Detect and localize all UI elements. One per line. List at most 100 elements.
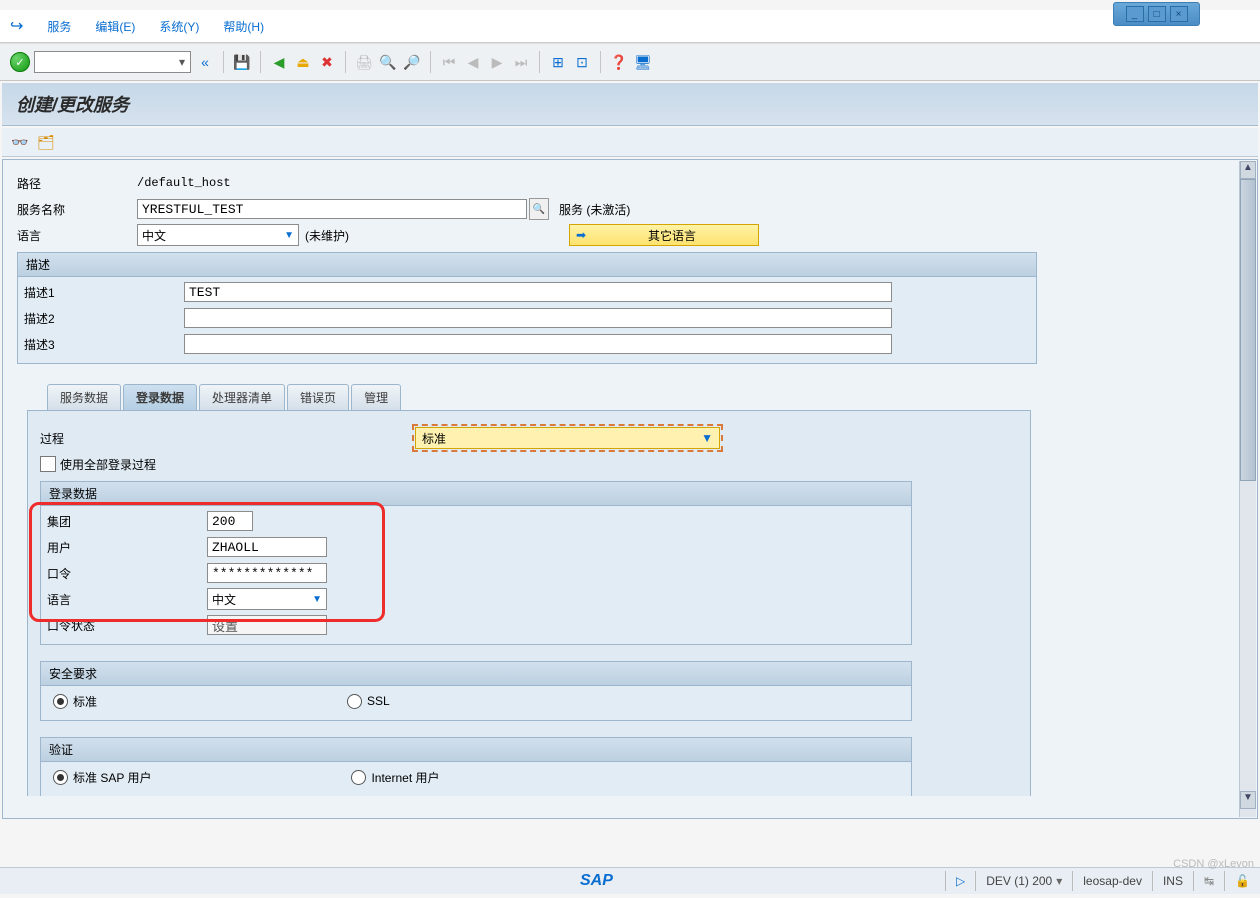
exit-icon[interactable]: ↪	[10, 16, 23, 36]
statusbar: SAP ▷ DEV (1) 200 ▾ leosap-dev INS ↹ 🔓	[0, 867, 1260, 894]
password-label: 口令	[47, 565, 207, 582]
last-icon: ⏭	[511, 52, 531, 72]
user-label: 用户	[47, 539, 207, 556]
content-area: ▲ ▼ 路径 /default_host 服务名称 🔍 服务 (未激活) 语言 …	[2, 159, 1258, 819]
toolbar: ✓ ▾ « 💾 ◀ ⏏ ✖ 🖨 🔍 🔎 ⏮ ◀ ▶ ⏭ ⊞ ⊡ ❓ 🖥	[0, 43, 1260, 81]
arrow-right-icon: ➡	[576, 228, 586, 242]
service-status-label: 服务 (未激活)	[559, 201, 630, 218]
login-data-group-title: 登录数据	[41, 482, 911, 506]
security-group-title: 安全要求	[41, 662, 911, 686]
tab-strip: 服务数据 登录数据 处理器清单 错误页 管理	[47, 384, 1243, 410]
chevron-down-icon: ▼	[284, 230, 294, 241]
auth-internet-radio[interactable]	[351, 770, 366, 785]
menu-system[interactable]: 系统(Y)	[159, 18, 199, 35]
security-ssl-label: SSL	[367, 694, 390, 708]
tree-icon[interactable]: 🗂	[36, 132, 56, 152]
language-note: (未维护)	[305, 227, 349, 244]
f4-help-icon[interactable]: 🔍	[529, 198, 549, 220]
next-icon: ▶	[487, 52, 507, 72]
window-controls[interactable]: _ □ ×	[1113, 2, 1200, 26]
sap-logo: SAP	[580, 872, 613, 890]
minimize-icon[interactable]: _	[1126, 6, 1144, 22]
auth-sap-radio[interactable]	[53, 770, 68, 785]
tab-service-data[interactable]: 服务数据	[47, 384, 121, 410]
language-label: 语言	[17, 227, 137, 244]
desc2-label: 描述2	[24, 310, 184, 327]
status-host: leosap-dev	[1072, 871, 1152, 891]
user-input[interactable]	[207, 537, 327, 557]
maximize-icon[interactable]: □	[1148, 6, 1166, 22]
status-system[interactable]: DEV (1) 200 ▾	[975, 871, 1072, 891]
glasses-icon[interactable]: 👓	[10, 132, 30, 152]
process-label: 过程	[40, 430, 415, 447]
tab-content: 过程 标准 ▼ 使用全部登录过程 登录数据 集团	[27, 410, 1031, 796]
command-field[interactable]: ▾	[34, 51, 191, 73]
security-ssl-radio[interactable]	[347, 694, 362, 709]
auth-group-title: 验证	[41, 738, 911, 762]
tab-admin[interactable]: 管理	[351, 384, 401, 410]
app-toolbar: 👓 🗂	[2, 128, 1258, 157]
findnext-icon: 🔎	[402, 52, 422, 72]
chevron-down-icon: ▼	[701, 431, 713, 445]
desc1-label: 描述1	[24, 284, 184, 301]
tab-login-data[interactable]: 登录数据	[123, 384, 197, 410]
save-icon[interactable]: 💾	[232, 52, 252, 72]
back-icon[interactable]: ◀	[269, 52, 289, 72]
menu-edit[interactable]: 编辑(E)	[95, 18, 135, 35]
login-lang-value: 中文	[212, 591, 236, 608]
login-lang-dropdown[interactable]: 中文 ▼	[207, 588, 327, 610]
other-languages-button[interactable]: ➡ 其它语言	[569, 224, 759, 246]
status-lock-icon[interactable]: 🔓	[1224, 871, 1260, 891]
login-lang-label: 语言	[47, 591, 207, 608]
first-icon: ⏮	[439, 52, 459, 72]
path-value: /default_host	[137, 176, 231, 190]
other-languages-label: 其它语言	[592, 227, 752, 244]
expand-icon[interactable]: «	[195, 52, 215, 72]
description-group-title: 描述	[18, 253, 1036, 277]
auth-internet-label: Internet 用户	[371, 769, 439, 786]
menu-help[interactable]: 帮助(H)	[223, 18, 264, 35]
desc1-input[interactable]	[184, 282, 892, 302]
newsession-icon[interactable]: ⊞	[548, 52, 568, 72]
page-title: 创建/更改服务	[2, 83, 1258, 126]
enter-icon[interactable]: ✓	[10, 52, 30, 72]
client-label: 集团	[47, 513, 207, 530]
service-name-input[interactable]	[137, 199, 527, 219]
tab-handler-list[interactable]: 处理器清单	[199, 384, 285, 410]
process-value: 标准	[422, 430, 446, 447]
pwstate-label: 口令状态	[47, 617, 207, 634]
status-ins: INS	[1152, 871, 1193, 891]
language-dropdown[interactable]: 中文 ▼	[137, 224, 299, 246]
pwstate-value	[207, 615, 327, 635]
close-icon[interactable]: ×	[1170, 6, 1188, 22]
path-label: 路径	[17, 175, 137, 192]
prev-icon: ◀	[463, 52, 483, 72]
chevron-down-icon: ▼	[312, 594, 322, 605]
menu-service[interactable]: 服务	[47, 18, 71, 35]
status-mode-icon[interactable]: ↹	[1193, 871, 1224, 891]
cancel-icon[interactable]: ✖	[317, 52, 337, 72]
process-dropdown[interactable]: 标准 ▼	[415, 427, 720, 449]
exit2-icon[interactable]: ⏏	[293, 52, 313, 72]
auth-sap-label: 标准 SAP 用户	[73, 769, 151, 786]
find-icon: 🔍	[378, 52, 398, 72]
layout-icon[interactable]: 🖥	[633, 52, 653, 72]
help-icon[interactable]: ❓	[609, 52, 629, 72]
watermark: CSDN @xLevon	[1173, 858, 1254, 870]
status-nav-icon[interactable]: ▷	[945, 871, 975, 891]
desc2-input[interactable]	[184, 308, 892, 328]
desc3-input[interactable]	[184, 334, 892, 354]
menubar: ↪ 服务 编辑(E) 系统(Y) 帮助(H)	[0, 10, 1260, 43]
tab-error-page[interactable]: 错误页	[287, 384, 349, 410]
client-input[interactable]	[207, 511, 253, 531]
desc3-label: 描述3	[24, 336, 184, 353]
security-standard-radio[interactable]	[53, 694, 68, 709]
shortcut-icon[interactable]: ⊡	[572, 52, 592, 72]
use-all-login-checkbox[interactable]	[40, 456, 56, 472]
language-value: 中文	[142, 227, 166, 244]
password-input[interactable]	[207, 563, 327, 583]
print-icon: 🖨	[354, 52, 374, 72]
chevron-down-icon[interactable]: ▾	[174, 55, 190, 69]
service-name-label: 服务名称	[17, 201, 137, 218]
use-all-login-label: 使用全部登录过程	[60, 456, 156, 473]
